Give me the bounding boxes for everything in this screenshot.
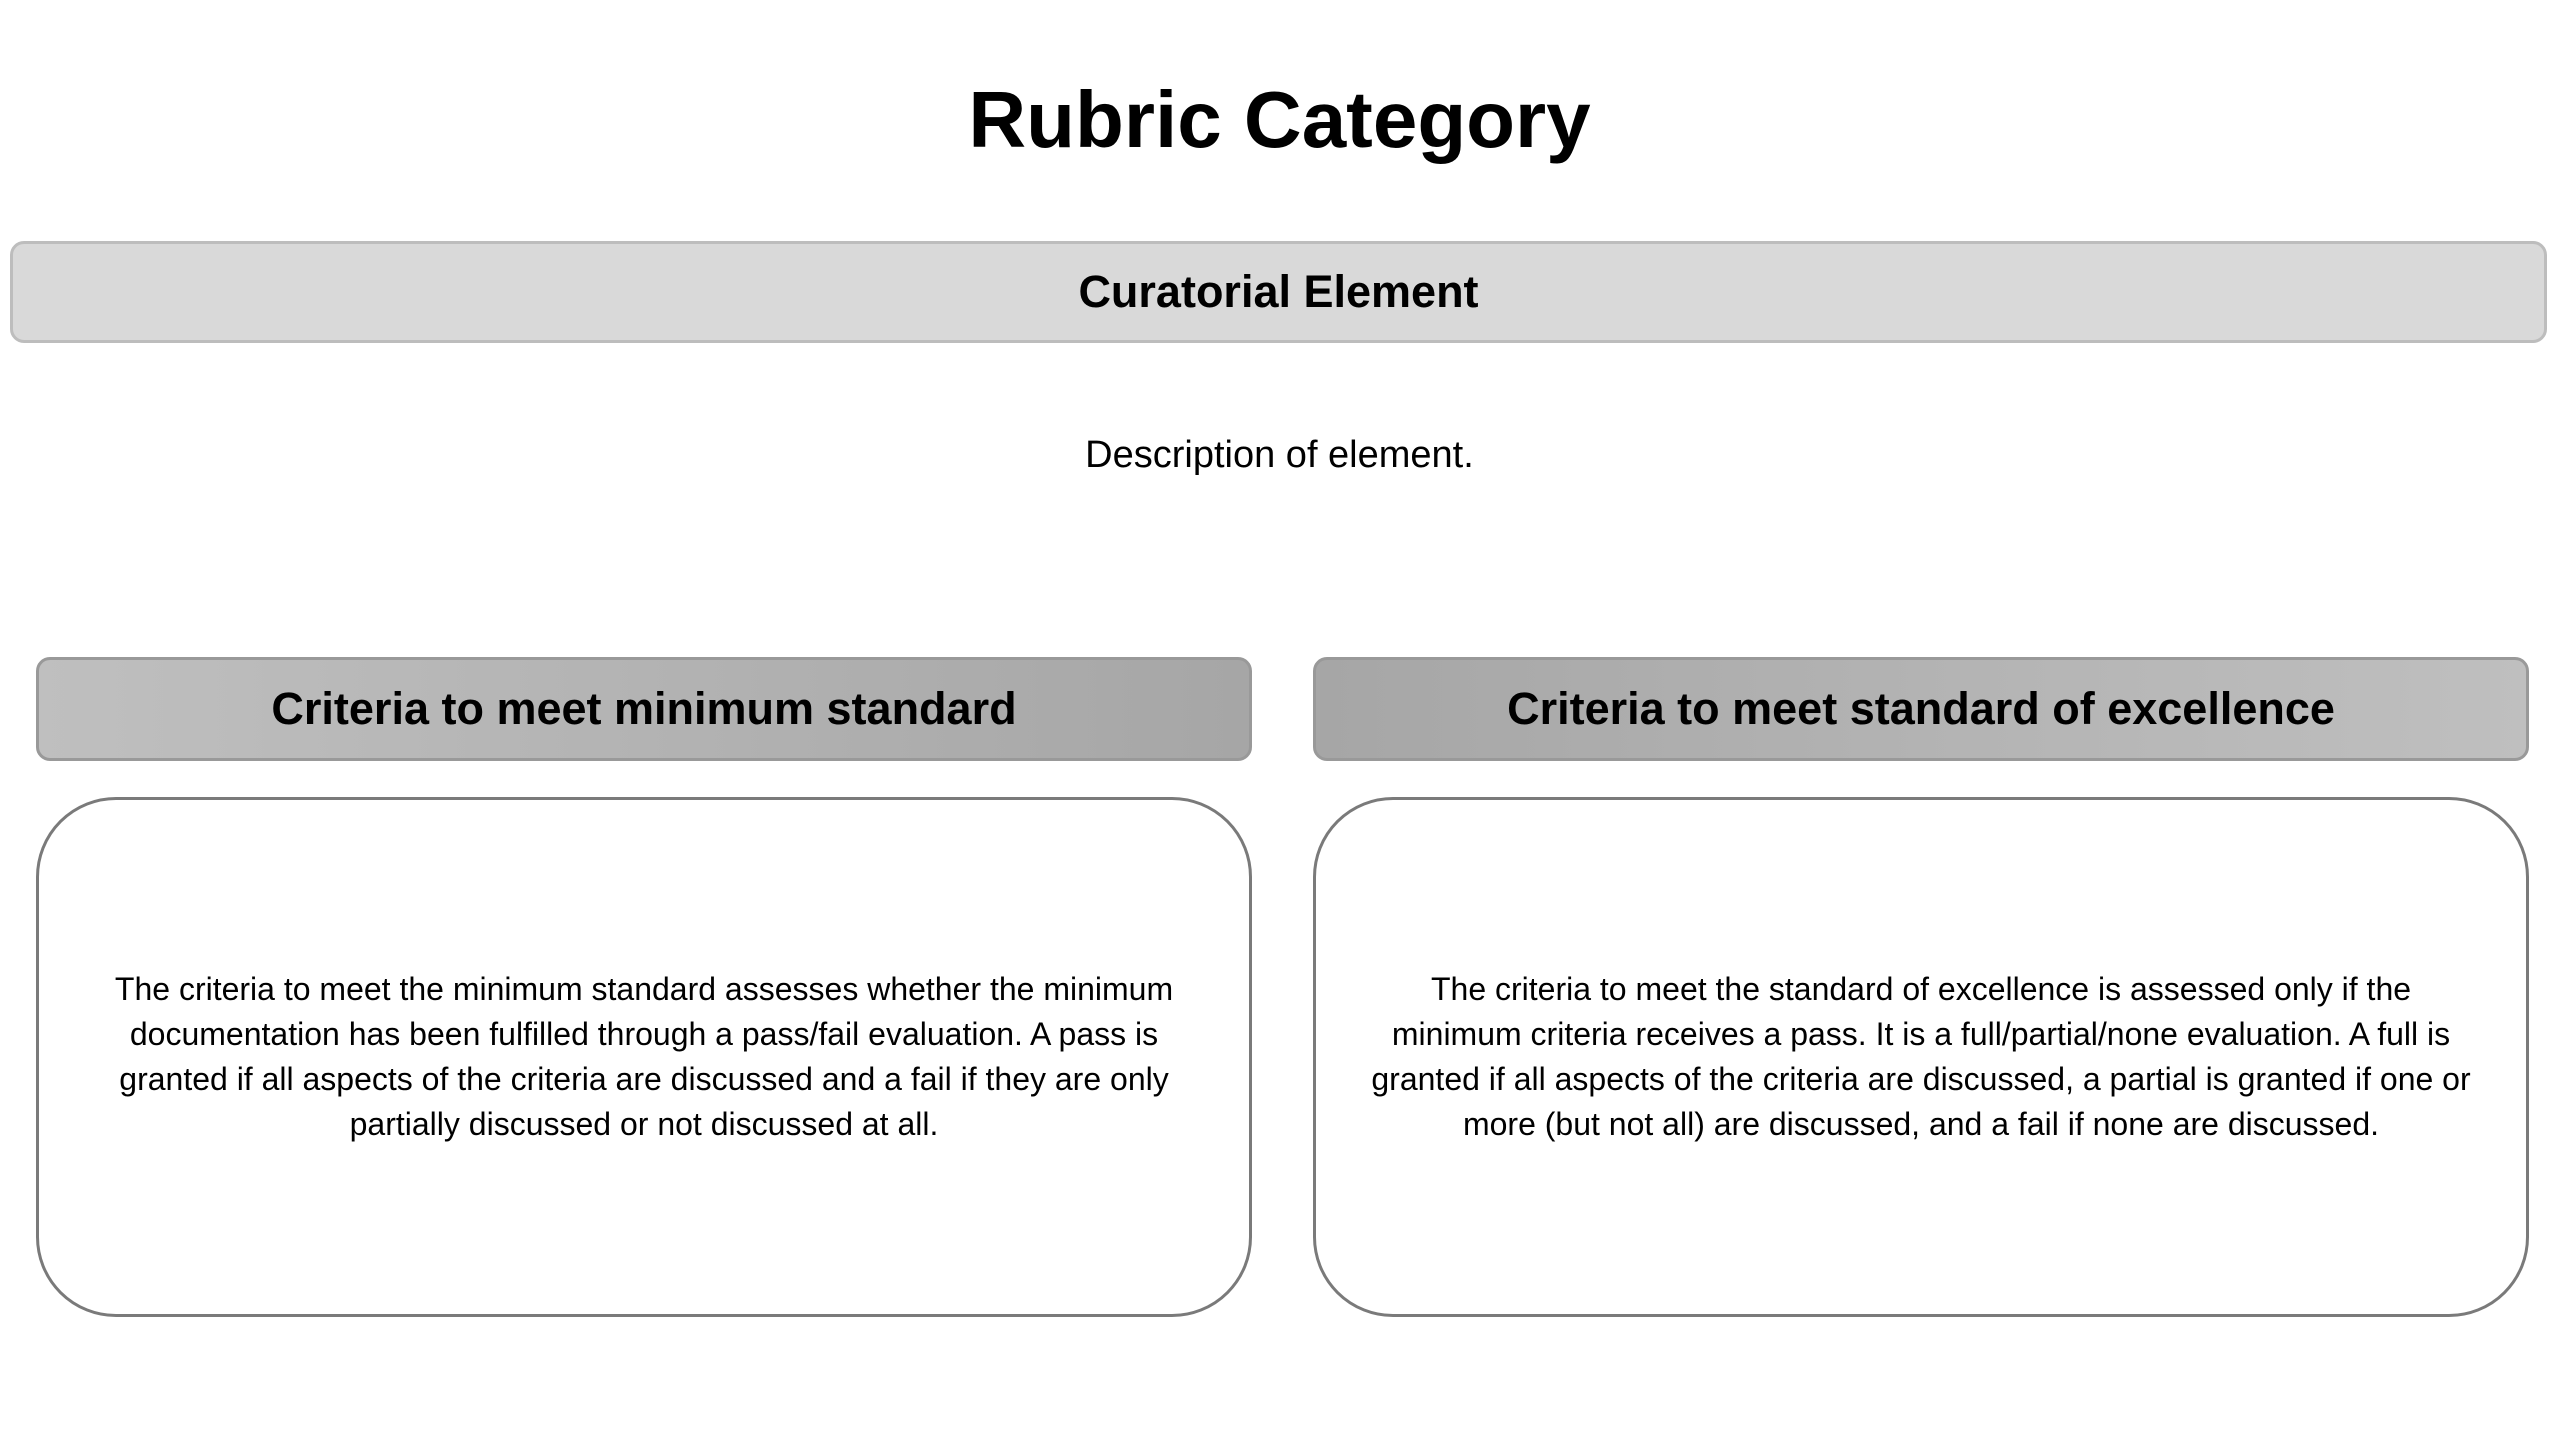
excellence-standard-header: Criteria to meet standard of excellence	[1313, 657, 2529, 761]
element-title-bar: Curatorial Element	[10, 241, 2547, 343]
element-title: Curatorial Element	[1078, 266, 1479, 317]
minimum-standard-header: Criteria to meet minimum standard	[36, 657, 1252, 761]
excellence-standard-box: The criteria to meet the standard of exc…	[1313, 797, 2529, 1317]
page-title: Rubric Category	[968, 75, 1591, 164]
minimum-standard-text: The criteria to meet the minimum standar…	[114, 971, 1174, 1142]
minimum-standard-header-label: Criteria to meet minimum standard	[271, 683, 1017, 734]
excellence-standard-text: The criteria to meet the standard of exc…	[1371, 971, 2471, 1142]
minimum-standard-box: The criteria to meet the minimum standar…	[36, 797, 1252, 1317]
excellence-standard-header-label: Criteria to meet standard of excellence	[1507, 683, 2335, 734]
element-description: Description of element.	[1085, 434, 1474, 476]
